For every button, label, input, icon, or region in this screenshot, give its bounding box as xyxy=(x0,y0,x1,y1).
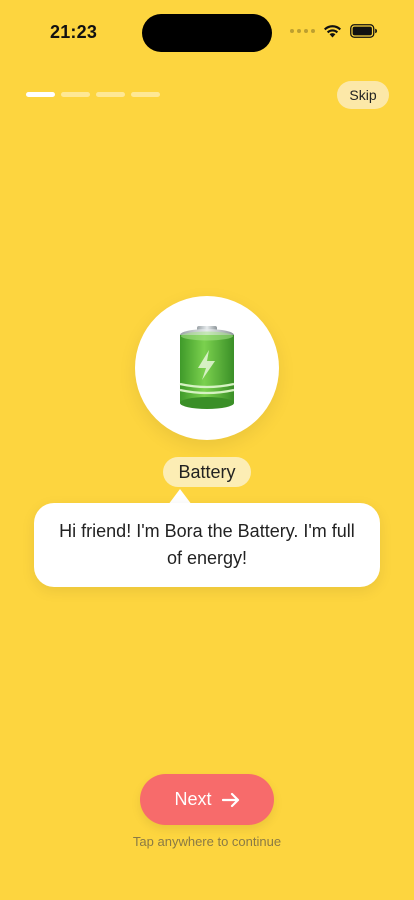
character-name-badge: Battery xyxy=(163,457,251,487)
tap-hint: Tap anywhere to continue xyxy=(132,834,282,849)
onboarding-progress xyxy=(26,92,160,97)
status-time: 21:23 xyxy=(50,22,98,42)
skip-button[interactable]: Skip xyxy=(337,81,389,109)
speech-bubble: Hi friend! I'm Bora the Battery. I'm ful… xyxy=(34,503,380,587)
speech-text: Hi friend! I'm Bora the Battery. I'm ful… xyxy=(59,521,355,568)
dynamic-island xyxy=(142,14,272,52)
onboarding-screen[interactable]: 21:23 Skip Battery Hi friend! I'm Bora t… xyxy=(0,0,414,900)
progress-segment xyxy=(61,92,90,97)
progress-segment xyxy=(26,92,55,97)
progress-segment xyxy=(96,92,125,97)
arrow-right-icon xyxy=(221,792,240,808)
wifi-icon xyxy=(323,24,342,38)
progress-segment xyxy=(131,92,160,97)
battery-icon xyxy=(350,24,378,38)
next-button[interactable]: Next xyxy=(140,774,274,825)
next-button-label: Next xyxy=(174,789,212,809)
battery-character-icon xyxy=(179,326,235,409)
cellular-dots-icon xyxy=(290,29,315,33)
character-avatar xyxy=(135,296,279,440)
status-icons xyxy=(290,24,378,38)
